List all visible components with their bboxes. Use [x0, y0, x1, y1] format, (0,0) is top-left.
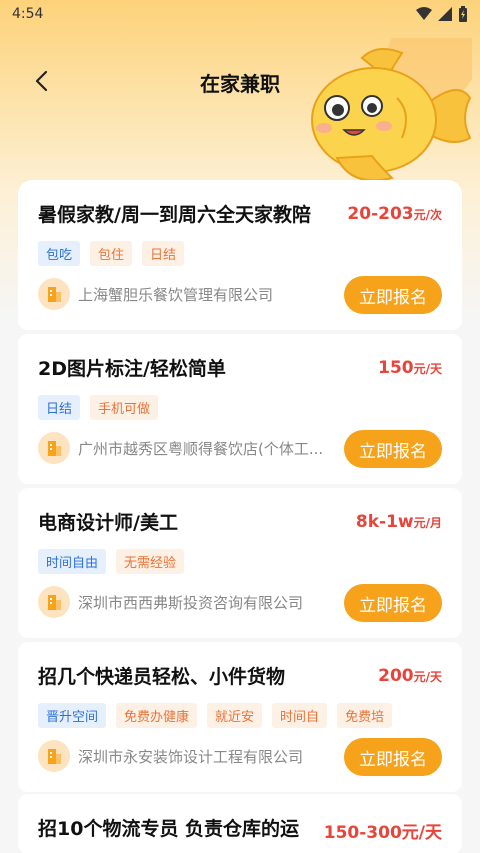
job-tags: 时间自由 无需经验 — [38, 549, 448, 574]
top-nav: 在家兼职 — [0, 56, 480, 106]
status-icons — [416, 6, 468, 22]
company-building-icon — [38, 278, 70, 310]
salary-unit: 元/天 — [413, 670, 442, 684]
job-tag: 免费培 — [337, 703, 393, 728]
job-tag: 免费办健康 — [116, 703, 198, 728]
salary-value: 8k-1w — [355, 512, 414, 532]
salary-value: 200 — [378, 666, 414, 686]
status-bar: 4:54 — [0, 0, 480, 28]
job-tags: 日结 手机可做 — [38, 395, 448, 420]
apply-button[interactable]: 立即报名 — [344, 738, 442, 776]
apply-button[interactable]: 立即报名 — [344, 430, 442, 468]
salary-value: 20-203 — [347, 204, 414, 224]
company-row: 深圳市西西弗斯投资咨询有限公司 — [38, 586, 303, 618]
job-card-partial[interactable]: 招10个物流专员 负责仓库的运 150-300元/天 — [18, 794, 462, 853]
job-salary: 200元/天 — [378, 666, 442, 686]
job-tag: 日结 — [142, 241, 185, 266]
job-tags: 晋升空间 免费办健康 就近安 时间自 免费培 — [38, 703, 448, 728]
job-card[interactable]: 招几个快递员轻松、小件货物 200元/天 晋升空间 免费办健康 就近安 时间自 … — [18, 642, 462, 792]
job-tag: 时间自 — [272, 703, 328, 728]
job-title: 2D图片标注/轻松简单 — [38, 358, 226, 380]
job-salary: 8k-1w元/月 — [356, 512, 442, 532]
company-name: 深圳市西西弗斯投资咨询有限公司 — [78, 593, 304, 612]
battery-icon — [459, 6, 467, 22]
company-building-icon — [38, 432, 70, 464]
company-row: 上海蟹胆乐餐饮管理有限公司 — [38, 278, 273, 310]
job-tags: 包吃 包住 日结 — [38, 241, 448, 266]
job-title: 暑假家教/周一到周六全天家教陪 — [38, 204, 311, 226]
job-tag: 晋升空间 — [38, 703, 107, 728]
job-card[interactable]: 暑假家教/周一到周六全天家教陪 20-203元/次 包吃 包住 日结 上海蟹胆乐… — [18, 180, 462, 330]
job-title: 招10个物流专员 负责仓库的运 — [38, 818, 300, 840]
job-tag: 手机可做 — [90, 395, 159, 420]
salary-unit: 元/天 — [413, 362, 442, 376]
job-tag: 时间自由 — [38, 549, 107, 574]
salary-value: 150 — [378, 358, 414, 378]
wifi-icon — [416, 7, 432, 20]
company-name: 上海蟹胆乐餐饮管理有限公司 — [78, 285, 274, 304]
job-salary: 150元/天 — [378, 358, 442, 378]
job-tag: 包吃 — [38, 241, 81, 266]
job-list[interactable]: 暑假家教/周一到周六全天家教陪 20-203元/次 包吃 包住 日结 上海蟹胆乐… — [18, 180, 462, 796]
company-building-icon — [38, 740, 70, 772]
company-row: 深圳市永安装饰设计工程有限公司 — [38, 740, 303, 772]
job-card[interactable]: 电商设计师/美工 8k-1w元/月 时间自由 无需经验 深圳市西西弗斯投资咨询有… — [18, 488, 462, 638]
job-card[interactable]: 2D图片标注/轻松简单 150元/天 日结 手机可做 广州市越秀区粤顺得餐饮店(… — [18, 334, 462, 484]
salary-unit: 元/次 — [413, 208, 442, 222]
job-tag: 包住 — [90, 241, 133, 266]
job-title: 电商设计师/美工 — [38, 512, 178, 534]
status-time: 4:54 — [12, 6, 44, 22]
apply-button[interactable]: 立即报名 — [344, 584, 442, 622]
job-salary: 150-300元/天 — [323, 823, 442, 843]
job-tag: 就近安 — [207, 703, 263, 728]
job-salary: 20-203元/次 — [347, 204, 442, 224]
company-building-icon — [38, 586, 70, 618]
company-name: 广州市越秀区粤顺得餐饮店(个体工... — [78, 439, 324, 458]
company-name: 深圳市永安装饰设计工程有限公司 — [78, 747, 304, 766]
company-row: 广州市越秀区粤顺得餐饮店(个体工... — [38, 432, 323, 464]
job-tag: 日结 — [38, 395, 81, 420]
salary-unit: 元/月 — [413, 516, 442, 530]
signal-icon — [438, 7, 452, 21]
job-tag: 无需经验 — [116, 549, 185, 574]
apply-button[interactable]: 立即报名 — [344, 276, 442, 314]
page-title: 在家兼职 — [200, 72, 280, 96]
job-title: 招几个快递员轻松、小件货物 — [38, 666, 286, 688]
